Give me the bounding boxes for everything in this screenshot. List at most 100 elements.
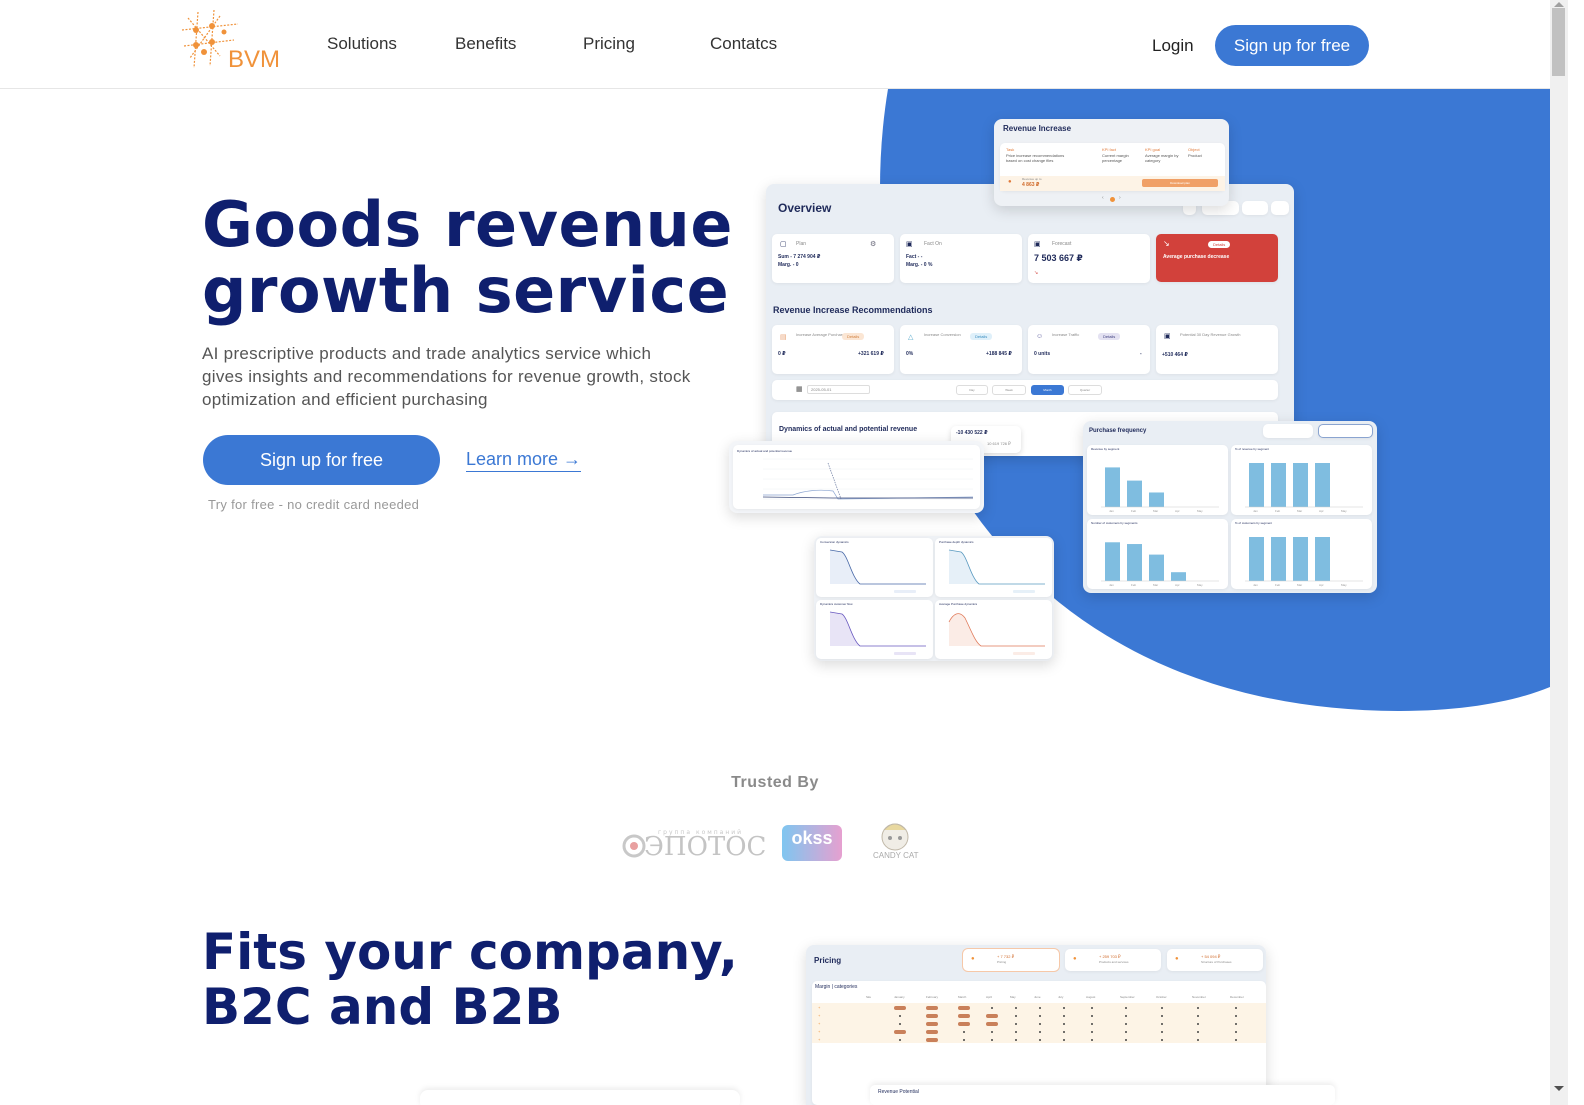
margin-empty-cell: [1091, 1031, 1093, 1033]
fact-label: Fact On: [924, 241, 942, 247]
margin-empty-cell: [1125, 1039, 1127, 1041]
margin-value-badge: [958, 1014, 970, 1018]
dynamics-value-1: -10 430 522 ₽: [956, 430, 988, 436]
details-badge[interactable]: Details: [842, 333, 865, 340]
margin-empty-cell: [1161, 1039, 1163, 1041]
pf-bar-chart: Jan Feb Mar Apr May: [1101, 542, 1219, 587]
expand-row-icon[interactable]: +: [818, 1021, 820, 1026]
overview-panel: Overview ▢ Plan ⚙ Sum - 7 274 904 ₽ Marg…: [766, 184, 1294, 456]
no-credit-card-note: Try for free - no credit card needed: [208, 497, 420, 512]
pf-filter-2[interactable]: [1318, 424, 1373, 438]
expand-row-icon[interactable]: +: [818, 1005, 820, 1010]
pf-month-label: Jan: [1253, 583, 1258, 587]
gear-icon[interactable]: ⚙: [870, 240, 876, 248]
pf-filter-1[interactable]: [1263, 424, 1313, 438]
pf-bar: [1249, 537, 1264, 581]
margin-empty-cell: [1235, 1039, 1237, 1041]
pricing-kpi-1[interactable]: ● + 7 732 ₽ Pricing: [963, 949, 1059, 971]
margin-empty-cell: [1125, 1023, 1127, 1025]
download-plan-button[interactable]: Download plan: [1142, 179, 1218, 187]
expand-row-icon[interactable]: +: [818, 1013, 820, 1018]
pricing-kpi-3[interactable]: ● + 54 094 ₽ Structure of Purchases: [1167, 949, 1263, 971]
trusted-by-title: Trusted By: [731, 774, 819, 791]
margin-empty-cell: [1063, 1031, 1065, 1033]
learn-more-link[interactable]: Learn more →: [466, 449, 582, 472]
margin-empty-cell: [963, 1031, 965, 1033]
revenue-upto-value: 4 863 ₽: [1022, 182, 1040, 188]
logo-okss: okss: [782, 825, 842, 861]
expand-row-icon[interactable]: +: [818, 1037, 820, 1042]
kpi-label: Products and services: [1099, 960, 1129, 964]
small-chart-area: [949, 613, 1045, 646]
header-signup-button[interactable]: Sign up for free: [1215, 25, 1369, 66]
carousel-prev-icon[interactable]: ‹: [1102, 195, 1104, 201]
rec-label: Increase Conversion: [924, 332, 961, 337]
pf-chart-card: % of revenue by segment Jan Feb Mar Apr May: [1231, 445, 1372, 515]
carousel-next-icon[interactable]: ›: [1119, 195, 1121, 201]
carousel-dot[interactable]: [1110, 197, 1115, 202]
object-text: Product: [1188, 153, 1202, 158]
margin-empty-cell: [1125, 1031, 1127, 1033]
page-scrollbar[interactable]: [1550, 0, 1568, 1105]
alert-card: ↘ Details Average purchase decrease: [1156, 234, 1278, 282]
period-month[interactable]: Month: [1031, 385, 1064, 395]
pricing-column-header: September: [1120, 995, 1135, 999]
margin-empty-cell: [1039, 1015, 1041, 1017]
kpi-goal-text: Average margin by category: [1145, 153, 1179, 163]
date-input[interactable]: 2025-05-01: [807, 385, 870, 394]
pf-month-label: May: [1341, 583, 1347, 587]
pf-month-label: Feb: [1131, 509, 1137, 513]
plan-sum: Sum - 7 274 904 ₽: [778, 254, 821, 260]
scroll-down-arrow-icon[interactable]: [1554, 1086, 1564, 1091]
rec-current: 0 ₽: [778, 351, 786, 357]
details-badge[interactable]: Details: [970, 333, 993, 340]
rec-card-conversion: △ Increase Conversion Details 0% +188 84…: [900, 325, 1022, 374]
hero-signup-button[interactable]: Sign up for free: [203, 435, 440, 485]
fact-value: Fact - -: [906, 254, 923, 260]
small-chart-card: Dynamics customer flow: [816, 600, 933, 659]
nav-pricing[interactable]: Pricing: [583, 34, 635, 54]
revenue-increase-details: Task Price increase recommendations base…: [1000, 143, 1225, 191]
pricing-column-header: January: [894, 995, 905, 999]
margin-value-badge: [894, 1006, 906, 1010]
pricing-title: Pricing: [814, 956, 842, 965]
margin-empty-cell: [991, 1031, 993, 1033]
rec-card-30-day-growth: ▣ Potential 30 Day Revenue Growth +510 4…: [1156, 325, 1278, 374]
margin-value-badge: [894, 1030, 906, 1034]
period-week[interactable]: Week: [992, 385, 1026, 395]
period-quarter[interactable]: Quarter: [1068, 385, 1102, 395]
margin-category-select[interactable]: Margin | categories: [815, 984, 857, 990]
pricing-kpi-2[interactable]: ● + 259 703 ₽ Products and services: [1065, 949, 1161, 971]
expand-row-icon[interactable]: +: [818, 1029, 820, 1034]
box-icon: ●: [1073, 956, 1077, 962]
small-line-chart: [829, 549, 926, 593]
margin-empty-cell: [1161, 1031, 1163, 1033]
margin-empty-cell: [1015, 1007, 1017, 1009]
nav-benefits[interactable]: Benefits: [455, 34, 516, 54]
pf-month-label: Apr: [1175, 509, 1180, 513]
nav-contacts[interactable]: Contatcs: [710, 34, 777, 54]
pricing-column-header: December: [1230, 995, 1244, 999]
kpi-label: Structure of Purchases: [1201, 960, 1232, 964]
alert-details-button[interactable]: Details: [1208, 241, 1231, 248]
period-day[interactable]: Day: [956, 385, 988, 395]
small-chart-card: Conversion dynamics: [816, 538, 933, 597]
scroll-thumb[interactable]: [1552, 8, 1565, 76]
scroll-up-arrow-icon[interactable]: [1554, 2, 1564, 7]
trend-down-icon: ↘: [1163, 239, 1170, 248]
rec-card-traffic: ☺ Increase Traffic Details 0 units -: [1028, 325, 1150, 374]
pf-chart-card: % of customers by segment Jan Feb Mar Apr May: [1231, 519, 1372, 589]
rec-card-average-purchase: ▤ Increase Average Purchase Details 0 ₽ …: [772, 325, 894, 374]
toolbar-period[interactable]: [1242, 201, 1268, 215]
plan-margin: Marg. - 0: [778, 262, 799, 268]
toolbar-lang[interactable]: [1271, 201, 1289, 215]
login-link[interactable]: Login: [1152, 36, 1194, 56]
pf-month-label: Jan: [1109, 509, 1114, 513]
pricing-panel: Pricing ● + 7 732 ₽ Pricing ● + 259 703 …: [806, 945, 1266, 1105]
details-badge[interactable]: Details: [1098, 333, 1121, 340]
nav-solutions[interactable]: Solutions: [327, 34, 397, 54]
margin-empty-cell: [1161, 1023, 1163, 1025]
margin-empty-cell: [1091, 1015, 1093, 1017]
plan-card: ▢ Plan ⚙ Sum - 7 274 904 ₽ Marg. - 0: [772, 234, 894, 283]
bvm-logo[interactable]: BVM: [180, 8, 280, 74]
